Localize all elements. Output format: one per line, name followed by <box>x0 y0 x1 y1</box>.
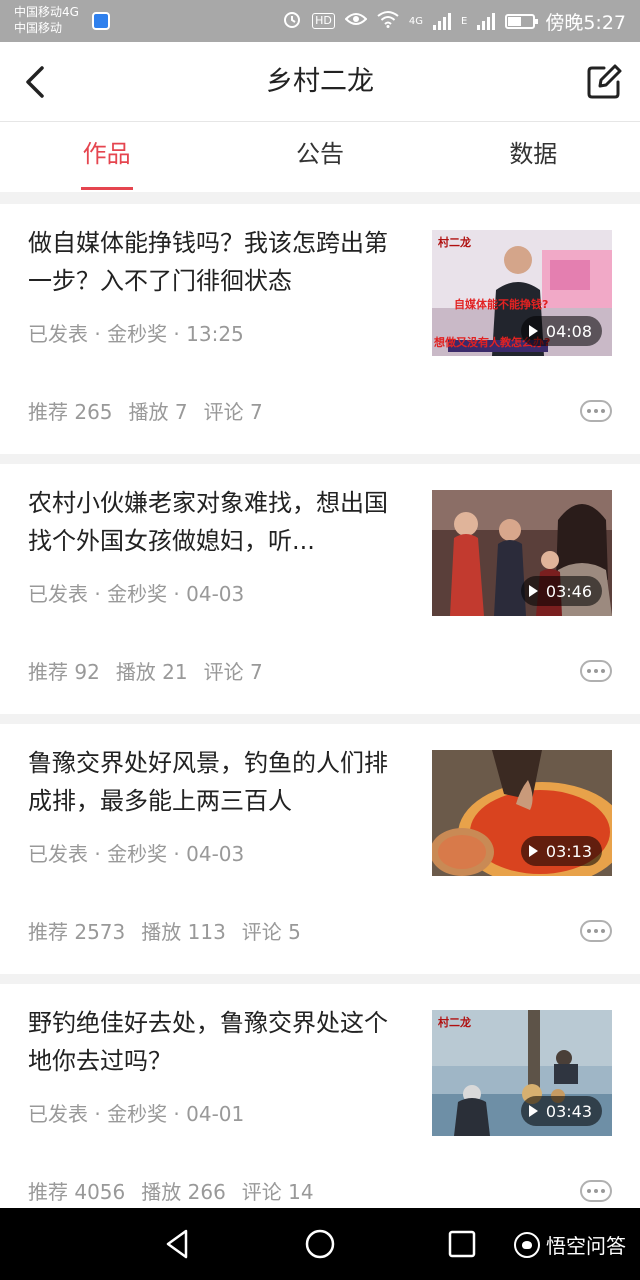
article-title[interactable]: 农村小伙嫌老家对象难找，想出国找个外国女孩做媳妇，听... <box>28 484 408 560</box>
article-card[interactable]: 农村小伙嫌老家对象难找，想出国找个外国女孩做媳妇，听... 已发表 · 金秒奖 … <box>0 464 640 714</box>
status-icons: HD 4G E 傍晚5:27 <box>282 0 626 42</box>
video-duration: 03:43 <box>520 1096 602 1126</box>
more-dots-icon <box>587 409 591 413</box>
article-meta: 已发表 · 金秒奖 · 04-03 <box>28 842 245 866</box>
comment-count: 评论 7 <box>203 660 263 684</box>
article-meta: 已发表 · 金秒奖 · 04-01 <box>28 1102 245 1126</box>
carrier-line-2: 中国移动 <box>14 21 63 35</box>
recommend-count: 推荐 2573 <box>28 920 126 944</box>
signal-e-icon <box>477 12 496 30</box>
video-thumbnail[interactable]: 03:13 <box>432 750 612 876</box>
article-title[interactable]: 野钓绝佳好去处，鲁豫交界处这个地你去过吗？ <box>28 1004 408 1080</box>
article-meta: 已发表 · 金秒奖 · 04-03 <box>28 582 245 606</box>
duration-label: 04:08 <box>545 321 592 341</box>
article-stats: 推荐 2573 播放 113 评论 5 <box>28 916 301 945</box>
play-icon <box>528 585 538 597</box>
wifi-icon <box>377 10 399 33</box>
play-count: 播放 7 <box>128 400 188 424</box>
carrier-info: 中国移动4G 中国移动 <box>14 4 79 36</box>
recommend-count: 推荐 4056 <box>28 1180 126 1204</box>
edit-button[interactable] <box>584 62 624 102</box>
alarm-icon <box>282 9 302 34</box>
nav-back-button[interactable] <box>160 1226 196 1262</box>
tab-data[interactable]: 数据 <box>427 122 640 192</box>
battery-icon <box>505 13 539 29</box>
more-options-button[interactable] <box>580 920 612 942</box>
comment-count: 评论 5 <box>241 920 301 944</box>
network-4g-label: 4G <box>408 15 423 27</box>
duration-label: 03:46 <box>545 581 592 601</box>
eye-icon <box>344 11 368 32</box>
more-options-button[interactable] <box>580 1180 612 1202</box>
article-title[interactable]: 鲁豫交界处好风景，钓鱼的人们排成排，最多能上两三百人 <box>28 744 408 820</box>
play-icon <box>528 325 538 337</box>
thumbnail-caption-1: 自媒体能不能挣钱? <box>454 298 549 311</box>
duration-label: 03:13 <box>545 841 592 861</box>
recommend-count: 推荐 92 <box>28 660 100 684</box>
play-count: 播放 266 <box>141 1180 226 1204</box>
clock: 傍晚5:27 <box>545 11 626 34</box>
triangle-back-icon <box>166 1229 188 1259</box>
thumbnail-brand: 村二龙 <box>438 1016 471 1029</box>
comment-count: 评论 7 <box>203 400 263 424</box>
article-card[interactable]: 做自媒体能挣钱吗？我该怎跨出第一步？入不了门徘徊状态 已发表 · 金秒奖 · 1… <box>0 204 640 454</box>
article-stats: 推荐 92 播放 21 评论 7 <box>28 656 263 685</box>
video-thumbnail[interactable]: 村二龙 自媒体能不能挣钱? 想做又没有人教怎么办? 04:08 <box>432 230 612 356</box>
edit-icon <box>587 64 622 99</box>
article-card[interactable]: 野钓绝佳好去处，鲁豫交界处这个地你去过吗？ 已发表 · 金秒奖 · 04-01 … <box>0 984 640 1234</box>
video-thumbnail[interactable]: 03:46 <box>432 490 612 616</box>
battery-level <box>508 16 522 26</box>
circle-home-icon <box>305 1229 335 1259</box>
tab-announcements[interactable]: 公告 <box>213 122 426 192</box>
tab-bar: 作品 公告 数据 <box>0 122 640 192</box>
article-stats: 推荐 4056 播放 266 评论 14 <box>28 1176 314 1205</box>
recommend-count: 推荐 265 <box>28 400 113 424</box>
nav-recent-button[interactable] <box>444 1226 480 1262</box>
comment-count: 评论 14 <box>241 1180 314 1204</box>
nav-home-button[interactable] <box>302 1226 338 1262</box>
play-count: 播放 21 <box>115 660 188 684</box>
article-meta: 已发表 · 金秒奖 · 13:25 <box>28 322 244 346</box>
hd-badge: HD <box>312 13 335 29</box>
play-icon <box>528 845 538 857</box>
watermark-text: 悟空问答 <box>546 1234 626 1258</box>
app-header: 乡村二龙 <box>0 42 640 122</box>
network-e-label: E <box>461 15 468 27</box>
article-card[interactable]: 鲁豫交界处好风景，钓鱼的人们排成排，最多能上两三百人 已发表 · 金秒奖 · 0… <box>0 724 640 974</box>
thumbnail-brand: 村二龙 <box>438 236 471 249</box>
more-options-button[interactable] <box>580 660 612 682</box>
status-bar: 中国移动4G 中国移动 HD 4G E 傍晚5:27 <box>0 0 640 42</box>
page-title: 乡村二龙 <box>266 66 374 97</box>
watermark: 悟空问答 <box>514 1230 626 1259</box>
more-options-button[interactable] <box>580 400 612 422</box>
system-nav-bar: 悟空问答 <box>0 1208 640 1280</box>
more-dots-icon <box>587 929 591 933</box>
shield-icon <box>92 12 110 30</box>
video-duration: 03:46 <box>520 576 602 606</box>
tab-works[interactable]: 作品 <box>0 122 213 192</box>
signal-4g-icon <box>433 12 451 30</box>
carrier-line-1: 中国移动4G <box>14 5 79 19</box>
duration-label: 03:43 <box>545 1101 592 1121</box>
more-dots-icon <box>587 1189 591 1193</box>
article-list: 做自媒体能挣钱吗？我该怎跨出第一步？入不了门徘徊状态 已发表 · 金秒奖 · 1… <box>0 204 640 1244</box>
video-thumbnail[interactable]: 村二龙 03:43 <box>432 1010 612 1136</box>
video-duration: 04:08 <box>520 316 602 346</box>
play-icon <box>528 1105 538 1117</box>
article-title[interactable]: 做自媒体能挣钱吗？我该怎跨出第一步？入不了门徘徊状态 <box>28 224 408 300</box>
article-stats: 推荐 265 播放 7 评论 7 <box>28 396 263 425</box>
wukong-logo-icon <box>514 1231 540 1258</box>
square-recent-icon <box>448 1230 476 1258</box>
video-duration: 03:13 <box>520 836 602 866</box>
play-count: 播放 113 <box>141 920 226 944</box>
more-dots-icon <box>587 669 591 673</box>
